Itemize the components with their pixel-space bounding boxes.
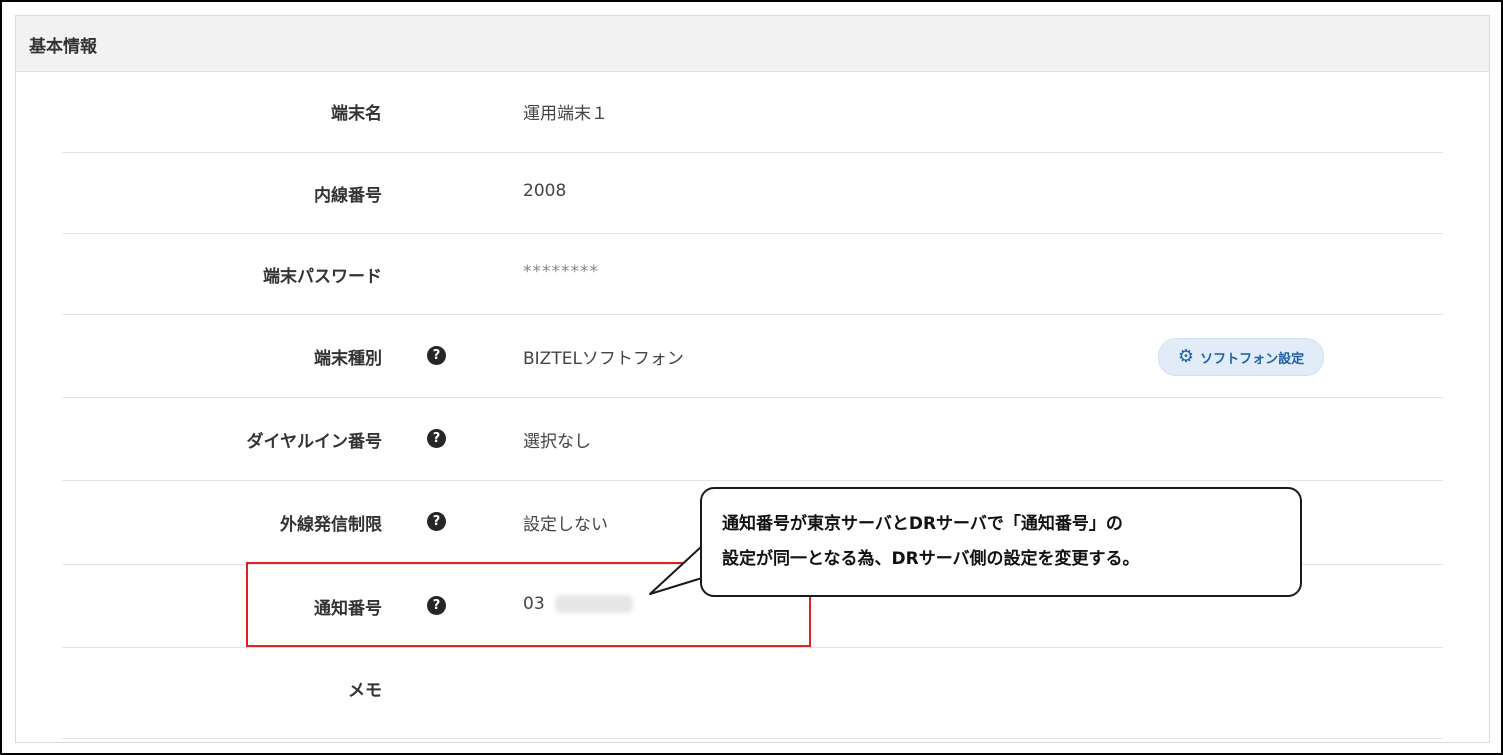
row-terminal-password: 端末パスワード ******** bbox=[62, 234, 1443, 315]
label-terminal-password: 端末パスワード bbox=[263, 267, 382, 287]
value-outbound-restriction: 設定しない bbox=[523, 515, 608, 535]
value-terminal-password: ******** bbox=[523, 262, 599, 282]
label-memo: メモ bbox=[348, 681, 382, 701]
label-dial-in-number: ダイヤルイン番号 bbox=[246, 432, 383, 452]
help-icon[interactable]: ? bbox=[427, 512, 446, 531]
screenshot-frame: 基本情報 端末名 運用端末１ 内線番号 2008 端末パスワード *******… bbox=[0, 0, 1503, 755]
softphone-settings-label: ソフトフォン設定 bbox=[1200, 351, 1305, 367]
help-icon[interactable]: ? bbox=[427, 346, 446, 365]
value-dial-in-number: 選択なし bbox=[523, 432, 591, 452]
panel-title: 基本情報 bbox=[29, 37, 97, 57]
value-terminal-name: 運用端末１ bbox=[523, 104, 608, 124]
row-memo: メモ bbox=[62, 648, 1443, 739]
row-terminal-name: 端末名 運用端末１ bbox=[62, 71, 1443, 153]
label-outbound-restriction: 外線発信制限 bbox=[280, 515, 382, 535]
annotation-callout: 通知番号が東京サーバとDRサーバで「通知番号」の 設定が同一となる為、DRサーバ… bbox=[700, 487, 1302, 597]
callout-line-2: 設定が同一となる為、DRサーバ側の設定を変更する。 bbox=[722, 549, 1140, 569]
help-icon[interactable]: ? bbox=[427, 429, 446, 448]
panel-header: 基本情報 bbox=[16, 16, 1489, 72]
callout-line-1: 通知番号が東京サーバとDRサーバで「通知番号」の bbox=[722, 514, 1123, 534]
label-terminal-type: 端末種別 bbox=[314, 349, 382, 369]
row-dial-in-number: ダイヤルイン番号 ? 選択なし bbox=[62, 398, 1443, 481]
value-extension-number: 2008 bbox=[523, 181, 567, 201]
label-terminal-name: 端末名 bbox=[331, 104, 382, 124]
row-extension-number: 内線番号 2008 bbox=[62, 153, 1443, 234]
softphone-settings-button[interactable]: ⚙ ソフトフォン設定 bbox=[1158, 338, 1324, 376]
value-terminal-type: BIZTELソフトフォン bbox=[523, 349, 684, 369]
gear-icon: ⚙ bbox=[1177, 346, 1195, 367]
callout-tail bbox=[649, 545, 703, 595]
label-extension-number: 内線番号 bbox=[314, 186, 382, 206]
